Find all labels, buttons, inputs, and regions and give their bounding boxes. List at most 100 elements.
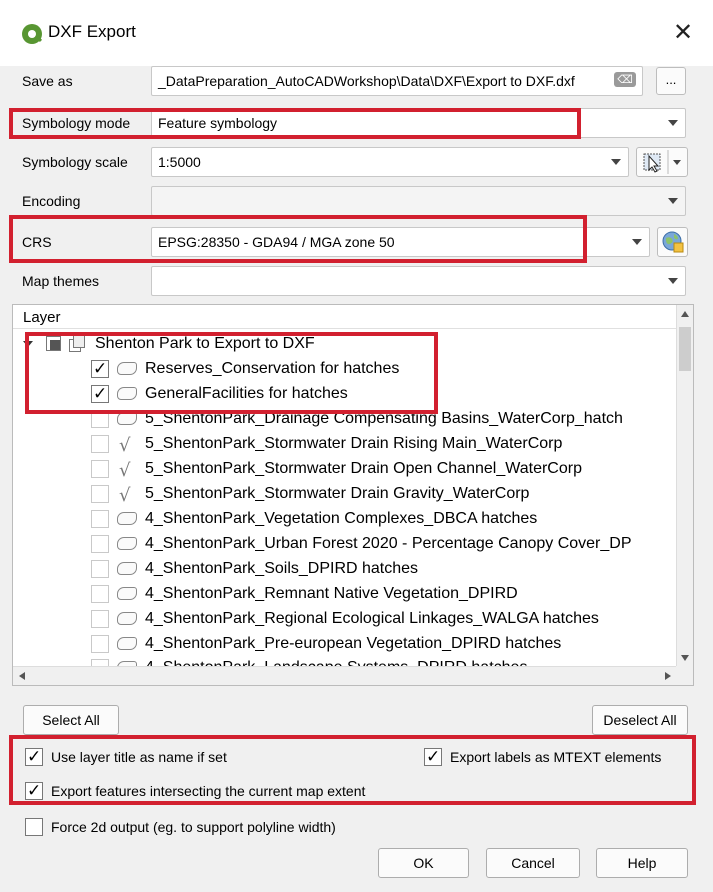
layer-checkbox[interactable]	[91, 382, 109, 407]
close-button[interactable]: ✕	[668, 18, 698, 48]
layer-label: 4_ShentonPark_Soils_DPIRD hatches	[145, 560, 419, 577]
layer-label: 4_ShentonPark_Vegetation Complexes_DBCA …	[145, 510, 538, 527]
chevron-down-icon	[632, 239, 642, 245]
deselect-all-button[interactable]: Deselect All	[592, 705, 688, 735]
symbology-scale-value: 1:5000	[158, 154, 201, 170]
layer-row[interactable]: GeneralFacilities for hatches	[13, 381, 677, 407]
layer-label: 4_ShentonPark_Regional Ecological Linkag…	[145, 610, 599, 627]
symbology-scale-label: Symbology scale	[22, 154, 128, 170]
layer-label: 5_ShentonPark_Stormwater Drain Open Chan…	[145, 460, 582, 477]
layer-checkbox[interactable]	[91, 585, 109, 603]
crs-value: EPSG:28350 - GDA94 / MGA zone 50	[158, 234, 395, 250]
layer-checkbox[interactable]	[91, 410, 109, 428]
line-layer-icon: √	[119, 460, 131, 481]
help-button[interactable]: Help	[596, 848, 688, 878]
map-themes-label: Map themes	[22, 273, 100, 289]
map-scale-picker-button[interactable]	[636, 147, 688, 177]
polygon-layer-icon	[117, 412, 137, 425]
scroll-right-icon[interactable]	[665, 672, 671, 680]
layer-tree[interactable]: Layer Shenton Park to Export to DXF Rese…	[12, 304, 694, 686]
encoding-label: Encoding	[22, 193, 81, 209]
map-themes-combo[interactable]	[151, 266, 686, 296]
ok-button[interactable]: OK	[378, 848, 469, 878]
chevron-down-icon	[668, 278, 678, 284]
layer-checkbox[interactable]	[91, 535, 109, 553]
browse-button[interactable]: ...	[656, 67, 686, 95]
encoding-combo[interactable]	[151, 186, 686, 216]
symbology-mode-label: Symbology mode	[22, 115, 131, 131]
polygon-layer-icon	[117, 537, 137, 550]
layer-checkbox[interactable]	[91, 357, 109, 382]
pointer-select-icon	[643, 150, 681, 174]
layer-row[interactable]: 5_ShentonPark_Drainage Compensating Basi…	[13, 406, 677, 431]
layer-checkbox[interactable]	[91, 485, 109, 503]
select-all-button[interactable]: Select All	[23, 705, 119, 735]
checkbox-box[interactable]	[424, 746, 442, 768]
checkbox-box[interactable]	[25, 780, 43, 802]
layer-row[interactable]: 4_ShentonPark_Soils_DPIRD hatches	[13, 556, 677, 581]
group-checkbox[interactable]	[46, 336, 61, 351]
layer-group-icon	[69, 335, 85, 352]
layer-row[interactable]: √ 5_ShentonPark_Stormwater Drain Open Ch…	[13, 456, 677, 481]
layer-label: 4_ShentonPark_Pre-european Vegetation_DP…	[145, 635, 562, 652]
crs-combo[interactable]: EPSG:28350 - GDA94 / MGA zone 50	[151, 227, 650, 257]
symbology-scale-combo[interactable]: 1:5000	[151, 147, 629, 177]
globe-icon	[662, 231, 684, 253]
layer-label: 5_ShentonPark_Stormwater Drain Rising Ma…	[145, 435, 563, 452]
export-intersecting-label: Export features intersecting the current…	[51, 783, 366, 799]
line-layer-icon: √	[119, 435, 131, 456]
layer-row[interactable]: 4_ShentonPark_Pre-european Vegetation_DP…	[13, 631, 677, 656]
layer-checkbox[interactable]	[91, 510, 109, 528]
polygon-layer-icon	[117, 587, 137, 600]
layer-row[interactable]: √ 5_ShentonPark_Stormwater Drain Gravity…	[13, 481, 677, 506]
qgis-logo-icon	[22, 24, 42, 44]
symbology-mode-combo[interactable]: Feature symbology	[151, 108, 686, 138]
layer-checkbox[interactable]	[91, 435, 109, 453]
layer-checkbox[interactable]	[91, 635, 109, 653]
polygon-layer-icon	[117, 637, 137, 650]
checkbox-box[interactable]	[25, 818, 43, 836]
layer-row[interactable]: Reserves_Conservation for hatches	[13, 356, 677, 382]
save-as-field[interactable]: _DataPreparation_AutoCADWorkshop\Data\DX…	[151, 66, 643, 96]
use-layer-title-label: Use layer title as name if set	[51, 749, 227, 765]
layer-label: 4_ShentonPark_Remnant Native Vegetation_…	[145, 585, 518, 602]
chevron-down-icon	[611, 159, 621, 165]
layer-row[interactable]: 4_ShentonPark_Remnant Native Vegetation_…	[13, 581, 677, 606]
group-row[interactable]: Shenton Park to Export to DXF	[13, 331, 677, 356]
layer-column-header: Layer	[13, 305, 677, 329]
save-as-path: _DataPreparation_AutoCADWorkshop\Data\DX…	[158, 73, 575, 89]
window-title: DXF Export	[48, 22, 136, 41]
polygon-layer-icon	[117, 512, 137, 525]
layer-label: 5_ShentonPark_Stormwater Drain Gravity_W…	[145, 485, 530, 502]
layer-row[interactable]: √ 5_ShentonPark_Stormwater Drain Rising …	[13, 431, 677, 456]
scroll-up-icon[interactable]	[681, 311, 689, 317]
clear-icon[interactable]: ⌫	[614, 72, 636, 87]
layer-label: Reserves_Conservation for hatches	[145, 360, 400, 377]
layer-row[interactable]: 4_ShentonPark_Vegetation Complexes_DBCA …	[13, 506, 677, 531]
cancel-button[interactable]: Cancel	[486, 848, 580, 878]
export-labels-mtext-checkbox[interactable]: Export labels as MTEXT elements	[424, 746, 686, 768]
scroll-down-icon[interactable]	[681, 655, 689, 661]
checkbox-box[interactable]	[25, 746, 43, 768]
layer-label: 5_ShentonPark_Drainage Compensating Basi…	[145, 410, 623, 427]
title-bar: DXF Export ✕	[0, 0, 713, 66]
polygon-layer-icon	[117, 387, 137, 400]
vertical-scrollbar[interactable]	[676, 305, 693, 667]
force-2d-label: Force 2d output (eg. to support polyline…	[51, 819, 336, 835]
layer-label: GeneralFacilities for hatches	[145, 385, 348, 402]
scroll-left-icon[interactable]	[19, 672, 25, 680]
layer-row[interactable]: 4_ShentonPark_Urban Forest 2020 - Percen…	[13, 531, 677, 556]
scrollbar-thumb[interactable]	[679, 327, 691, 371]
horizontal-scrollbar[interactable]	[13, 666, 677, 685]
layer-checkbox[interactable]	[91, 560, 109, 578]
layer-checkbox[interactable]	[91, 610, 109, 628]
line-layer-icon: √	[119, 485, 131, 506]
crs-selector-button[interactable]	[657, 227, 688, 257]
symbology-mode-value: Feature symbology	[158, 115, 278, 131]
chevron-down-icon	[668, 198, 678, 204]
polygon-layer-icon	[117, 562, 137, 575]
layer-row[interactable]: 4_ShentonPark_Regional Ecological Linkag…	[13, 606, 677, 631]
layer-label: 4_ShentonPark_Urban Forest 2020 - Percen…	[145, 535, 632, 552]
expand-arrow-icon[interactable]	[23, 341, 33, 347]
layer-checkbox[interactable]	[91, 460, 109, 478]
